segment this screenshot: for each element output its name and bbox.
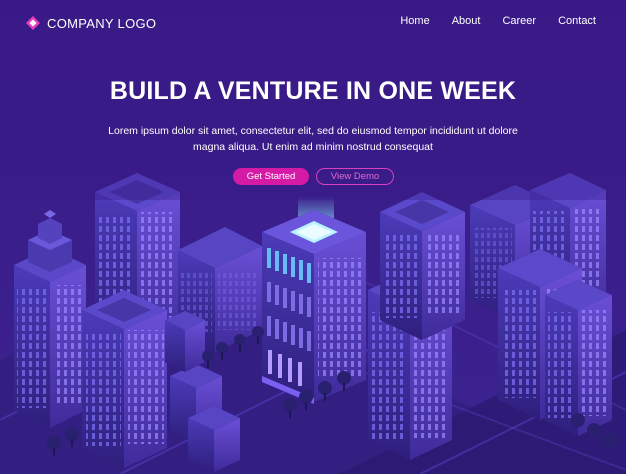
nav-home-link[interactable]: Home [400, 15, 429, 27]
view-demo-button[interactable]: View Demo [316, 168, 394, 185]
main-nav: Home About Career Contact [400, 15, 596, 27]
logo-text: COMPANY LOGO [47, 15, 157, 31]
site-header: COMPANY LOGO Home About Career Contact [0, 0, 626, 46]
nav-career-link[interactable]: Career [502, 15, 536, 27]
get-started-button[interactable]: Get Started [233, 168, 309, 185]
company-logo[interactable]: COMPANY LOGO [26, 14, 156, 32]
isometric-city-illustration [0, 0, 626, 474]
hero-subtitle: Lorem ipsum dolor sit amet, consectetur … [108, 125, 518, 153]
hero-title: BUILD A VENTURE IN ONE WEEK [109, 77, 517, 105]
nav-contact-link[interactable]: Contact [558, 15, 596, 27]
diamond-icon [26, 16, 40, 30]
nav-about-link[interactable]: About [452, 15, 481, 27]
landing-page: COMPANY LOGO Home About Career Contact B… [0, 0, 626, 474]
